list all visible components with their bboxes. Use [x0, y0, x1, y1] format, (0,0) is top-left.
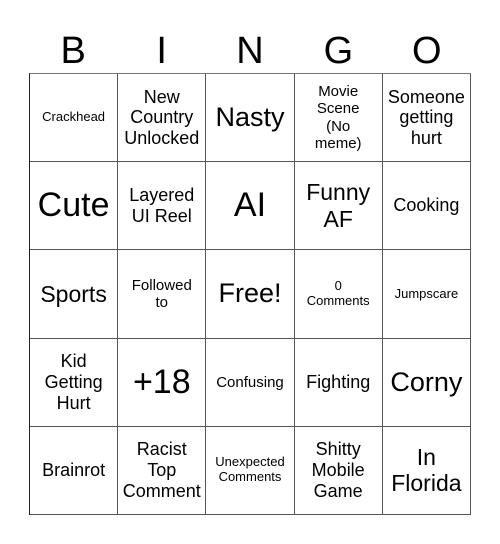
bingo-cell[interactable]: Movie Scene (No meme)	[294, 74, 383, 163]
bingo-cell-label: In Florida	[391, 443, 462, 497]
bingo-cell[interactable]: New Country Unlocked	[118, 74, 207, 163]
bingo-cell[interactable]: Fighting	[294, 338, 383, 427]
bingo-cell-label: Followed to	[131, 276, 192, 311]
bingo-cell[interactable]: Shitty Mobile Game	[294, 426, 383, 515]
header-letter-g: G	[323, 30, 354, 72]
bingo-cell-label: Confusing	[216, 373, 284, 391]
bingo-cell-label: Someone getting hurt	[387, 86, 465, 148]
bingo-cell-label: Fighting	[306, 371, 371, 392]
bingo-cell[interactable]: Kid Getting Hurt	[30, 338, 119, 427]
bingo-cell[interactable]: Unexpected Comments	[206, 426, 295, 515]
bingo-cell-label: Nasty	[215, 102, 285, 133]
bingo-cell-label: Kid Getting Hurt	[44, 351, 103, 413]
bingo-cell[interactable]: Corny	[382, 338, 471, 427]
bingo-cell[interactable]: In Florida	[382, 426, 471, 515]
bingo-cell-label: Cooking	[393, 195, 460, 216]
bingo-cell[interactable]: 0 Comments	[294, 250, 383, 339]
bingo-cell[interactable]: Crackhead	[30, 74, 119, 163]
bingo-cell[interactable]: Free!	[206, 250, 295, 339]
bingo-cell-label: Free!	[218, 278, 282, 309]
bingo-cell[interactable]: Sports	[30, 250, 119, 339]
bingo-cell[interactable]: Brainrot	[30, 426, 119, 515]
bingo-cell[interactable]: Racist Top Comment	[118, 426, 207, 515]
bingo-cell[interactable]: Funny AF	[294, 162, 383, 251]
bingo-cell-label: Racist Top Comment	[122, 439, 201, 501]
bingo-cell-label: Funny AF	[306, 179, 371, 232]
bingo-cell[interactable]: Someone getting hurt	[382, 74, 471, 163]
bingo-cell-label: Crackhead	[42, 109, 106, 125]
bingo-cell-label: Movie Scene (No meme)	[314, 83, 362, 152]
bingo-cell-label: Corny	[390, 366, 463, 397]
header-letter-i: I	[156, 30, 167, 72]
bingo-cell-label: Shitty Mobile Game	[311, 439, 365, 501]
header-letter-o: O	[412, 30, 442, 72]
bingo-cell-label: Layered UI Reel	[129, 185, 195, 226]
bingo-cell-label: Cute	[37, 186, 110, 225]
bingo-cell-label: New Country Unlocked	[124, 86, 200, 148]
header-letter-n: N	[236, 30, 264, 72]
bingo-cell-label: 0 Comments	[306, 278, 370, 308]
bingo-cell[interactable]: Layered UI Reel	[118, 162, 207, 251]
bingo-cell[interactable]: Cooking	[382, 162, 471, 251]
bingo-board: Crackhead New Country Unlocked Nasty Movie …	[29, 73, 471, 515]
bingo-header: B I N G O	[29, 30, 471, 72]
bingo-cell[interactable]: +18	[118, 338, 207, 427]
bingo-cell[interactable]: AI	[206, 162, 295, 251]
bingo-cell-label: Jumpscare	[394, 285, 459, 301]
bingo-cell[interactable]: Confusing	[206, 338, 295, 427]
bingo-cell[interactable]: Jumpscare	[382, 250, 471, 339]
header-letter-b: B	[60, 30, 86, 72]
bingo-cell-label: Sports	[40, 280, 107, 307]
bingo-cell[interactable]: Cute	[30, 162, 119, 251]
bingo-cell-label: AI	[233, 186, 267, 225]
bingo-cell[interactable]: Nasty	[206, 74, 295, 163]
bingo-cell-label: Brainrot	[42, 460, 106, 481]
bingo-cell[interactable]: Followed to	[118, 250, 207, 339]
bingo-cell-label: +18	[132, 362, 191, 401]
bingo-cell-label: Unexpected Comments	[215, 454, 285, 485]
